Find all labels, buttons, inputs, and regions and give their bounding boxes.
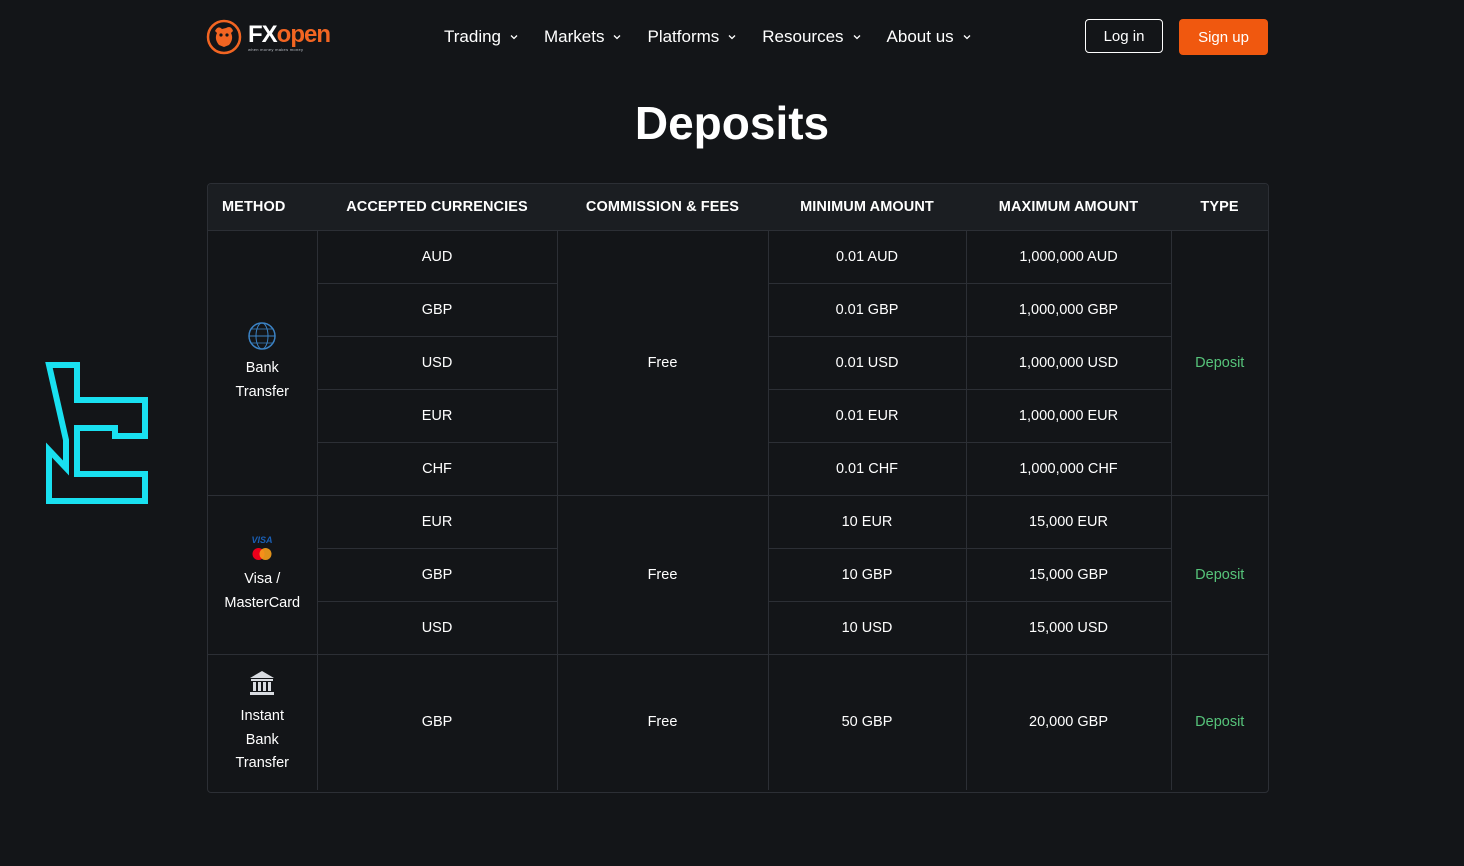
max-cell: 1,000,000 USD	[965, 335, 1171, 390]
nav-resources[interactable]: Resources	[762, 27, 861, 47]
fees-cell: Free	[556, 229, 769, 496]
min-cell: 0.01 CHF	[767, 441, 967, 496]
logo-tagline: when money makes money	[248, 46, 304, 52]
deposit-link[interactable]: Deposit	[1170, 653, 1268, 790]
min-cell: 0.01 EUR	[767, 388, 967, 443]
nav-markets[interactable]: Markets	[544, 27, 621, 47]
header-min: MINIMUM AMOUNT	[800, 198, 934, 215]
deposit-link[interactable]: Deposit	[1170, 229, 1268, 496]
deposit-link[interactable]: Deposit	[1170, 494, 1268, 655]
max-cell: 1,000,000 AUD	[965, 229, 1172, 284]
max-cell: 15,000 USD	[965, 600, 1171, 655]
chevron-down-icon	[963, 35, 971, 40]
currency-cell: USD	[317, 335, 558, 390]
method-bank-transfer: Bank Transfer	[208, 229, 318, 496]
min-cell: 10 EUR	[767, 494, 967, 549]
page-title: Deposits	[634, 97, 830, 149]
side-logo-badge-icon	[45, 362, 148, 504]
table-row: Instant Bank Transfer GBP Free 50 GBP 20…	[208, 653, 1268, 790]
table-header-row: METHOD ACCEPTED CURRENCIES COMMISSION & …	[208, 184, 1268, 230]
min-cell: 10 USD	[767, 600, 967, 655]
min-cell: 0.01 AUD	[767, 229, 967, 284]
fees-cell: Free	[556, 494, 769, 655]
method-visa-mastercard: VISA Visa / MasterCard	[208, 494, 318, 655]
min-cell: 0.01 GBP	[767, 282, 967, 337]
header-method: METHOD	[222, 198, 286, 215]
nav-platforms[interactable]: Platforms	[647, 27, 736, 47]
max-cell: 15,000 EUR	[965, 494, 1172, 549]
visa-mastercard-icon: VISA	[252, 535, 273, 560]
chevron-down-icon	[614, 35, 621, 40]
header-type: TYPE	[1200, 198, 1239, 215]
header-fees: COMMISSION & FEES	[585, 198, 740, 215]
login-button[interactable]: Log in	[1085, 19, 1163, 53]
nav-trading[interactable]: Trading	[444, 27, 518, 47]
chevron-down-icon	[853, 35, 861, 40]
chevron-down-icon	[510, 35, 518, 40]
max-cell: 1,000,000 EUR	[965, 388, 1171, 443]
page: FXopen when money makes money Trading Ma…	[0, 0, 1464, 866]
currency-cell: AUD	[316, 229, 558, 284]
min-cell: 10 GBP	[767, 547, 967, 602]
main-nav: Trading Markets Platforms Resources Abou…	[444, 25, 997, 49]
currency-cell: CHF	[317, 441, 558, 496]
fxopen-logo[interactable]: FXopen when money makes money	[206, 18, 346, 56]
bull-logo-icon	[206, 19, 242, 55]
nav-about-us[interactable]: About us	[887, 27, 971, 47]
currency-cell: GBP	[317, 282, 558, 337]
currency-cell: EUR	[316, 494, 558, 549]
svg-text:VISA: VISA	[252, 535, 273, 545]
method-instant-bank-transfer: Instant Bank Transfer	[208, 653, 318, 790]
header-max: MAXIMUM AMOUNT	[998, 198, 1139, 215]
header-currencies: ACCEPTED CURRENCIES	[346, 198, 528, 215]
globe-swift-icon	[248, 322, 276, 350]
max-cell: 1,000,000 GBP	[965, 282, 1171, 337]
max-cell: 1,000,000 CHF	[965, 441, 1171, 496]
logo-wordmark: FXopen when money makes money	[248, 20, 331, 52]
currency-cell: GBP	[317, 547, 558, 602]
min-cell: 50 GBP	[767, 653, 967, 790]
signup-button[interactable]: Sign up	[1179, 19, 1268, 55]
table-row: VISA Visa / MasterCard EUR Free 10 EUR 1…	[208, 494, 1268, 655]
currency-cell: GBP	[316, 653, 558, 790]
min-cell: 0.01 USD	[767, 335, 967, 390]
fees-cell: Free	[556, 653, 769, 790]
deposits-table: METHOD ACCEPTED CURRENCIES COMMISSION & …	[207, 183, 1269, 793]
site-header: FXopen when money makes money Trading Ma…	[0, 0, 1464, 74]
currency-cell: USD	[317, 600, 558, 655]
table-row: Bank Transfer AUD Free 0.01 AUD 1,000,00…	[208, 229, 1268, 496]
bank-building-icon	[250, 671, 275, 695]
max-cell: 20,000 GBP	[965, 653, 1172, 790]
currency-cell: EUR	[317, 388, 558, 443]
chevron-down-icon	[728, 35, 736, 40]
max-cell: 15,000 GBP	[965, 547, 1171, 602]
